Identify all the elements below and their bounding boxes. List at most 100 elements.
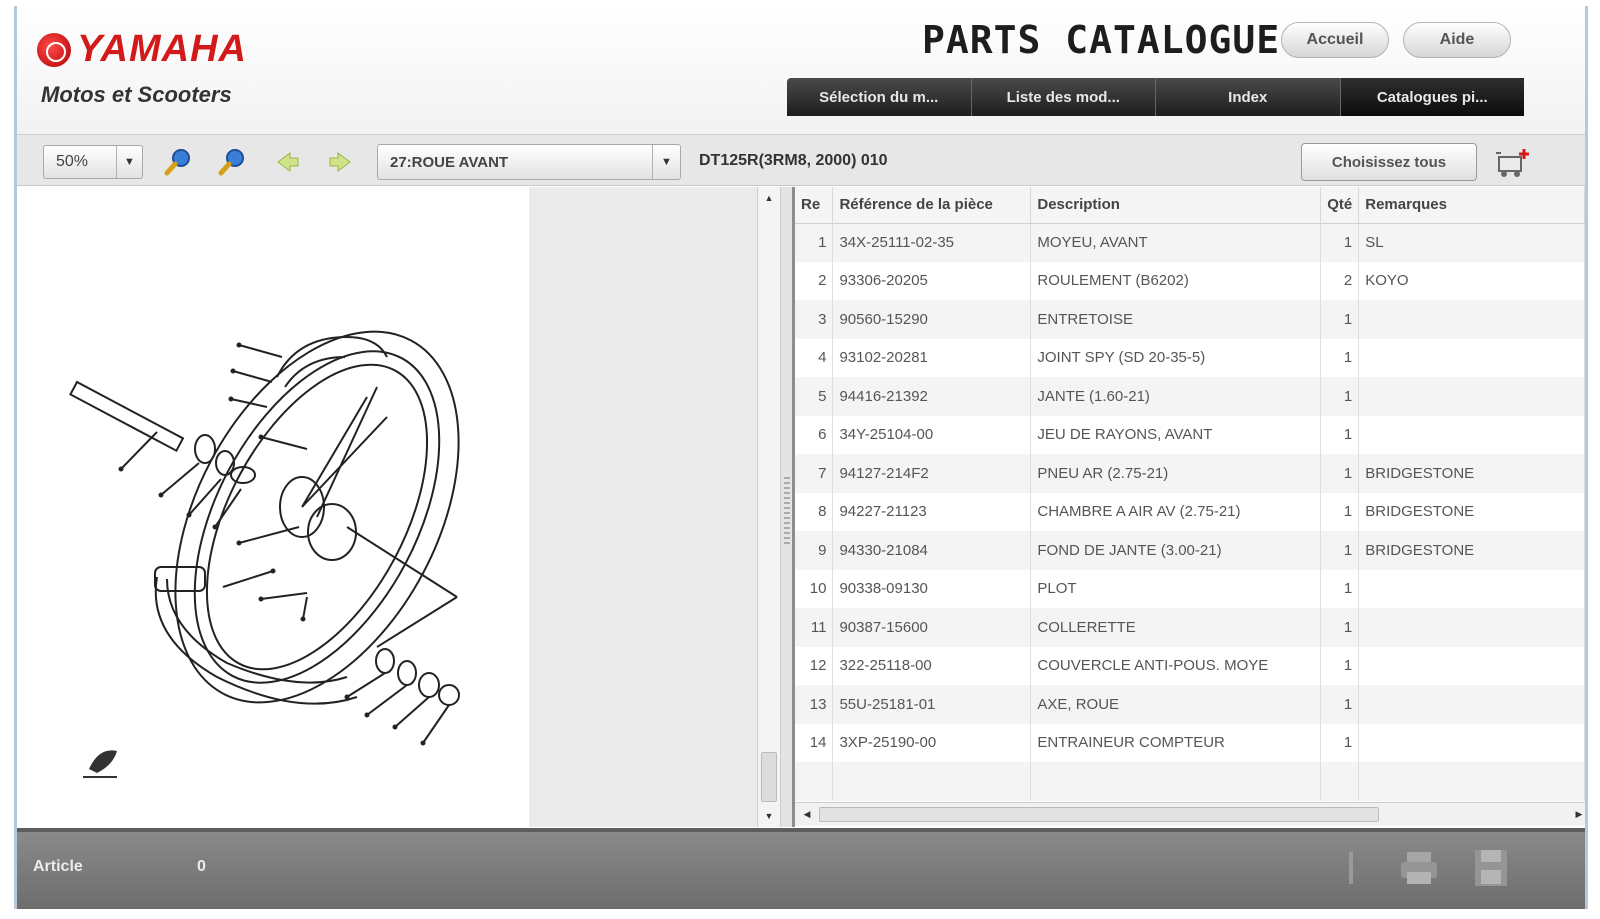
empty-cell xyxy=(1030,762,1322,801)
zoom-value: 50% xyxy=(56,153,89,170)
cell-reference: 94127-214F2 xyxy=(832,454,1032,493)
table-row[interactable]: 10 90338-09130 PLOT 1 xyxy=(795,569,1585,608)
zoom-select[interactable]: 50% ▼ xyxy=(43,145,143,179)
yamaha-tuning-fork-icon xyxy=(83,750,117,778)
scroll-up-icon[interactable]: ▲ xyxy=(760,189,778,207)
empty-cell xyxy=(1358,762,1585,801)
table-row[interactable]: 14 3XP-25190-00 ENTRAINEUR COMPTEUR 1 xyxy=(795,723,1585,762)
cell-description: ENTRETOISE xyxy=(1030,300,1322,339)
toolbar: 50% ▼ 27:ROUE AVANT ▼ DT125R(3RM8, 2000)… xyxy=(17,134,1585,186)
cell-reference: 3XP-25190-00 xyxy=(832,723,1032,762)
wheel-diagram-drawing xyxy=(69,330,460,778)
cell-reference: 90387-15600 xyxy=(832,608,1032,647)
cell-remarks xyxy=(1358,723,1585,762)
exploded-diagram[interactable] xyxy=(17,187,529,827)
aide-button[interactable]: Aide xyxy=(1403,22,1511,58)
cell-qty: 1 xyxy=(1320,223,1360,262)
splitter-grip[interactable] xyxy=(784,477,790,547)
app-window: YAMAHA Motos et Scooters PARTS CATALOGUE… xyxy=(14,6,1588,909)
zoom-in-icon[interactable] xyxy=(161,145,195,179)
table-row[interactable]: 11 90387-15600 COLLERETTE 1 xyxy=(795,608,1585,647)
cell-no: 3 xyxy=(795,300,834,339)
table-row[interactable]: 6 34Y-25104-00 JEU DE RAYONS, AVANT 1 xyxy=(795,415,1585,454)
cell-remarks xyxy=(1358,415,1585,454)
cell-remarks: BRIDGESTONE xyxy=(1358,454,1585,493)
section-value: 27:ROUE AVANT xyxy=(390,153,509,171)
table-row[interactable]: 12 322-25118-00 COUVERCLE ANTI-POUS. MOYE 1 xyxy=(795,646,1585,685)
table-row[interactable]: 9 94330-21084 FOND DE JANTE (3.00-21) 1 BRID… xyxy=(795,531,1585,570)
cell-no: 6 xyxy=(795,415,834,454)
cell-description: MOYEU, AVANT xyxy=(1030,223,1322,262)
column-header-qty[interactable]: Qté xyxy=(1320,187,1360,224)
tab-parts-catalogues[interactable]: Catalogues pi... xyxy=(1340,78,1524,116)
add-to-cart-icon[interactable] xyxy=(1495,145,1531,179)
column-header-description[interactable]: Description xyxy=(1030,187,1322,224)
table-row[interactable]: 13 55U-25181-01 AXE, ROUE 1 xyxy=(795,685,1585,724)
tab-model-list[interactable]: Liste des mod... xyxy=(972,78,1156,116)
cell-remarks xyxy=(1358,685,1585,724)
table-row[interactable]: 7 94127-214F2 PNEU AR (2.75-21) 1 BRIDGESTON… xyxy=(795,454,1585,493)
next-arrow-icon[interactable] xyxy=(323,145,357,179)
section-select[interactable]: 27:ROUE AVANT ▼ xyxy=(377,144,681,180)
previous-arrow-icon[interactable] xyxy=(271,145,305,179)
zoom-out-icon[interactable] xyxy=(215,145,249,179)
cell-no: 2 xyxy=(795,261,834,300)
cell-qty: 1 xyxy=(1320,300,1360,339)
table-row[interactable]: 3 90560-15290 ENTRETOISE 1 xyxy=(795,300,1585,339)
diagram-scrollbar[interactable]: ▲ ▼ xyxy=(757,187,781,827)
table-row[interactable]: 1 34X-25111-02-35 MOYEU, AVANT 1 SL xyxy=(795,223,1585,262)
cell-no: 11 xyxy=(795,608,834,647)
cell-qty: 1 xyxy=(1320,569,1360,608)
footer-bar: Article 0 xyxy=(17,828,1585,909)
table-row[interactable]: 4 93102-20281 JOINT SPY (SD 20-35-5) 1 xyxy=(795,338,1585,377)
cell-qty: 1 xyxy=(1320,685,1360,724)
cell-no: 8 xyxy=(795,492,834,531)
column-header-no[interactable]: Re xyxy=(795,187,834,224)
cell-remarks: BRIDGESTONE xyxy=(1358,492,1585,531)
scroll-thumb[interactable] xyxy=(819,807,1379,822)
save-icon[interactable] xyxy=(1469,846,1513,890)
table-row[interactable]: 8 94227-21123 CHAMBRE A AIR AV (2.75-21) 1 B… xyxy=(795,492,1585,531)
main-tabs: Sélection du m... Liste des mod... Index… xyxy=(787,78,1524,116)
print-icon[interactable] xyxy=(1397,846,1441,890)
table-row[interactable]: 5 94416-21392 JANTE (1.60-21) 1 xyxy=(795,377,1585,416)
cell-remarks: SL xyxy=(1358,223,1585,262)
table-horizontal-scrollbar[interactable]: ◀ ▶ xyxy=(795,802,1585,826)
parts-table: Re Référence de la pièce Description Qté… xyxy=(795,187,1585,801)
cell-description: JEU DE RAYONS, AVANT xyxy=(1030,415,1322,454)
empty-cell xyxy=(1320,762,1360,801)
column-header-remarks[interactable]: Remarques xyxy=(1358,187,1585,224)
chevron-down-icon: ▼ xyxy=(652,145,680,179)
pane-splitter[interactable] xyxy=(781,187,795,827)
tab-index[interactable]: Index xyxy=(1156,78,1341,116)
site-subtitle: Motos et Scooters xyxy=(41,82,232,107)
table-row[interactable]: 2 93306-20205 ROULEMENT (B6202) 2 KOYO xyxy=(795,261,1585,300)
diagram-background xyxy=(529,187,769,827)
cell-description: COUVERCLE ANTI-POUS. MOYE xyxy=(1030,646,1322,685)
cell-reference: 90338-09130 xyxy=(832,569,1032,608)
cell-reference: 322-25118-00 xyxy=(832,646,1032,685)
scroll-right-icon[interactable]: ▶ xyxy=(1571,806,1585,822)
scroll-thumb[interactable] xyxy=(761,752,777,802)
cell-remarks xyxy=(1358,646,1585,685)
cell-reference: 55U-25181-01 xyxy=(832,685,1032,724)
cell-description: ENTRAINEUR COMPTEUR xyxy=(1030,723,1322,762)
cell-remarks xyxy=(1358,338,1585,377)
accueil-button[interactable]: Accueil xyxy=(1281,22,1389,58)
tab-model-selection[interactable]: Sélection du m... xyxy=(787,78,972,116)
parts-table-pane: Re Référence de la pièce Description Qté… xyxy=(795,187,1585,810)
scroll-left-icon[interactable]: ◀ xyxy=(799,806,815,822)
cell-remarks xyxy=(1358,377,1585,416)
empty-cell xyxy=(832,762,1032,801)
cell-qty: 1 xyxy=(1320,608,1360,647)
cell-no: 14 xyxy=(795,723,834,762)
cell-no: 1 xyxy=(795,223,834,262)
cell-remarks xyxy=(1358,300,1585,339)
column-header-reference[interactable]: Référence de la pièce xyxy=(832,187,1032,224)
cell-reference: 34X-25111-02-35 xyxy=(832,223,1032,262)
choose-all-button[interactable]: Choisissez tous xyxy=(1301,143,1477,181)
scroll-down-icon[interactable]: ▼ xyxy=(760,807,778,825)
cell-qty: 1 xyxy=(1320,646,1360,685)
article-label: Article xyxy=(33,858,83,875)
cell-description: COLLERETTE xyxy=(1030,608,1322,647)
